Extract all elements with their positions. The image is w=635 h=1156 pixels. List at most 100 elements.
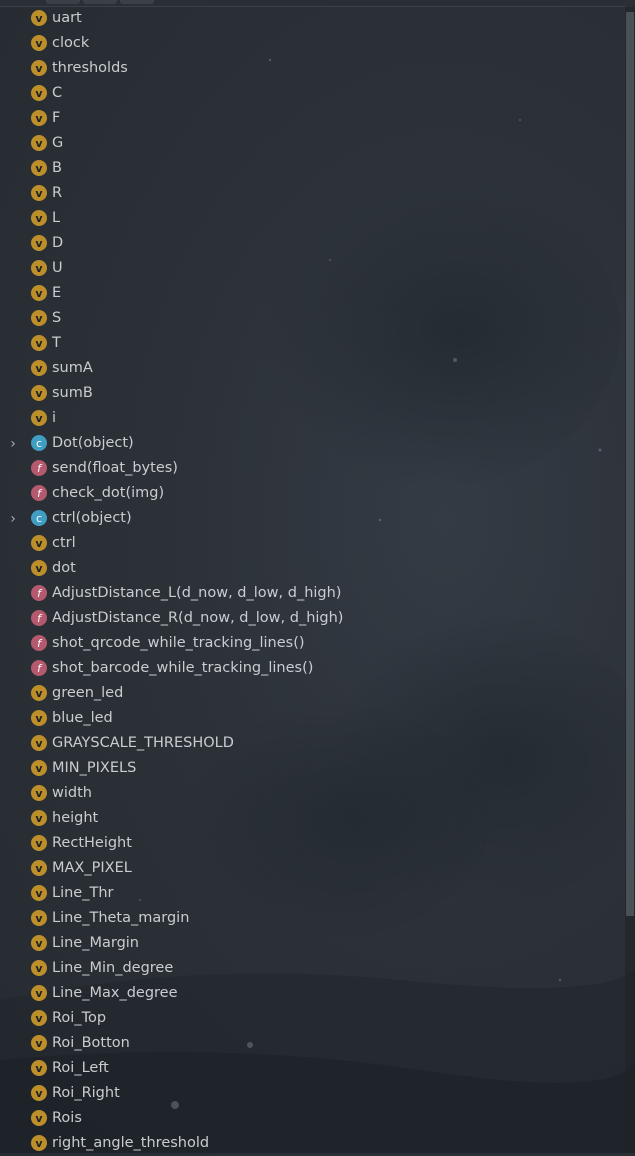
tree-item-right-angle-threshold[interactable]: v right_angle_threshold — [0, 1131, 625, 1156]
tree-item-e[interactable]: vE — [0, 281, 625, 306]
tree-item-dot-object[interactable]: › c Dot(object) — [0, 431, 625, 456]
variable-icon: v — [31, 1110, 47, 1126]
tree-item-f[interactable]: vF — [0, 106, 625, 131]
tree-item-label: ctrl — [52, 535, 76, 551]
tree-item-roi-botton[interactable]: v Roi_Botton — [0, 1031, 625, 1056]
expand-arrow-icon[interactable]: › — [7, 431, 19, 456]
tree-item-check-dot-img[interactable]: f check_dot(img) — [0, 481, 625, 506]
tree-item-label: sumB — [52, 385, 93, 401]
tree-item-label: Line_Theta_margin — [52, 910, 190, 926]
tree-item-sumb[interactable]: v sumB — [0, 381, 625, 406]
tree-item-label: dot — [52, 560, 76, 576]
tree-item-send-float-bytes[interactable]: f send(float_bytes) — [0, 456, 625, 481]
tree-item-roi-left[interactable]: v Roi_Left — [0, 1056, 625, 1081]
tree-item-ctrl[interactable]: v ctrl — [0, 531, 625, 556]
tree-item-suma[interactable]: v sumA — [0, 356, 625, 381]
tree-item-s[interactable]: vS — [0, 306, 625, 331]
tree-item-uart[interactable]: v uart — [0, 6, 625, 31]
variable-icon: v — [31, 885, 47, 901]
tree-item-label: clock — [52, 35, 90, 51]
tree-item-blue-led[interactable]: v blue_led — [0, 706, 625, 731]
tree-item-ctrl-object[interactable]: › c ctrl(object) — [0, 506, 625, 531]
tree-item-label: sumA — [52, 360, 93, 376]
tree-item-shot-barcode-while-tracking-lines[interactable]: f shot_barcode_while_tracking_lines() — [0, 656, 625, 681]
tree-item-rectheight[interactable]: v RectHeight — [0, 831, 625, 856]
tree-item-r[interactable]: vR — [0, 181, 625, 206]
variable-icon: v — [31, 335, 47, 351]
tree-item-green-led[interactable]: v green_led — [0, 681, 625, 706]
variable-icon: v — [31, 285, 47, 301]
tree-item-height[interactable]: v height — [0, 806, 625, 831]
tree-item-label: Roi_Left — [52, 1060, 109, 1076]
tree-item-roi-top[interactable]: v Roi_Top — [0, 1006, 625, 1031]
tree-item-line-max-degree[interactable]: v Line_Max_degree — [0, 981, 625, 1006]
tree-item-label: Line_Min_degree — [52, 960, 174, 976]
tree-item-b[interactable]: vB — [0, 156, 625, 181]
variable-icon: v — [31, 1135, 47, 1151]
tree-item-label: L — [52, 210, 61, 226]
variable-icon: v — [31, 560, 47, 576]
tree-item-thresholds[interactable]: v thresholds — [0, 56, 625, 81]
tree-item-label: T — [52, 335, 61, 351]
variable-icon: v — [31, 160, 47, 176]
tree-item-adjustdistance-r-d-now-d-low-d-high[interactable]: f AdjustDistance_R(d_now, d_low, d_high) — [0, 606, 625, 631]
toolbar-tab[interactable] — [46, 0, 80, 4]
tree-item-label: G — [52, 135, 64, 151]
expand-arrow-icon[interactable]: › — [7, 506, 19, 531]
function-icon: f — [31, 460, 47, 476]
tree-item-label: U — [52, 260, 63, 276]
class-icon: c — [31, 435, 47, 451]
tree-item-label: Roi_Botton — [52, 1035, 130, 1051]
tree-item-l[interactable]: vL — [0, 206, 625, 231]
tree-item-label: AdjustDistance_R(d_now, d_low, d_high) — [52, 610, 344, 626]
tree-item-d[interactable]: vD — [0, 231, 625, 256]
variable-icon: v — [31, 1085, 47, 1101]
tree-item-rois[interactable]: v Rois — [0, 1106, 625, 1131]
toolbar-tab[interactable] — [120, 0, 154, 4]
toolbar-tab[interactable] — [83, 0, 117, 4]
tree-item-label: green_led — [52, 685, 124, 701]
variable-icon: v — [31, 960, 47, 976]
function-icon: f — [31, 660, 47, 676]
tree-item-line-thr[interactable]: v Line_Thr — [0, 881, 625, 906]
tree-item-label: C — [52, 85, 63, 101]
variable-icon: v — [31, 410, 47, 426]
tree-item-line-margin[interactable]: v Line_Margin — [0, 931, 625, 956]
tree-item-adjustdistance-l-d-now-d-low-d-high[interactable]: f AdjustDistance_L(d_now, d_low, d_high) — [0, 581, 625, 606]
tree-item-label: E — [52, 285, 62, 301]
tree-item-min-pixels[interactable]: v MIN_PIXELS — [0, 756, 625, 781]
tree-item-label: check_dot(img) — [52, 485, 165, 501]
tree-item-i[interactable]: vi — [0, 406, 625, 431]
tree-item-label: B — [52, 160, 62, 176]
tree-item-clock[interactable]: v clock — [0, 31, 625, 56]
variable-icon: v — [31, 810, 47, 826]
tree-item-g[interactable]: vG — [0, 131, 625, 156]
variable-icon: v — [31, 10, 47, 26]
tree-item-label: Line_Thr — [52, 885, 114, 901]
tree-item-roi-right[interactable]: v Roi_Right — [0, 1081, 625, 1106]
variable-icon: v — [31, 135, 47, 151]
tree-item-label: MIN_PIXELS — [52, 760, 137, 776]
tree-item-width[interactable]: v width — [0, 781, 625, 806]
tree-item-shot-qrcode-while-tracking-lines[interactable]: f shot_qrcode_while_tracking_lines() — [0, 631, 625, 656]
tree-item-max-pixel[interactable]: v MAX_PIXEL — [0, 856, 625, 881]
tree-item-label: width — [52, 785, 92, 801]
variable-icon: v — [31, 1060, 47, 1076]
variable-icon: v — [31, 835, 47, 851]
scrollbar-thumb[interactable] — [626, 12, 634, 916]
tree-item-line-theta-margin[interactable]: v Line_Theta_margin — [0, 906, 625, 931]
tree-item-label: R — [52, 185, 63, 201]
tree-item-u[interactable]: vU — [0, 256, 625, 281]
variable-icon: v — [31, 685, 47, 701]
variable-icon: v — [31, 35, 47, 51]
function-icon: f — [31, 610, 47, 626]
tree-item-label: RectHeight — [52, 835, 132, 851]
variable-icon: v — [31, 935, 47, 951]
tree-item-grayscale-threshold[interactable]: v GRAYSCALE_THRESHOLD — [0, 731, 625, 756]
vertical-scrollbar[interactable] — [625, 6, 635, 1153]
tree-item-dot[interactable]: v dot — [0, 556, 625, 581]
tree-item-t[interactable]: vT — [0, 331, 625, 356]
tree-item-line-min-degree[interactable]: v Line_Min_degree — [0, 956, 625, 981]
tree-item-c[interactable]: vC — [0, 81, 625, 106]
tree-item-label: ctrl(object) — [52, 510, 132, 526]
